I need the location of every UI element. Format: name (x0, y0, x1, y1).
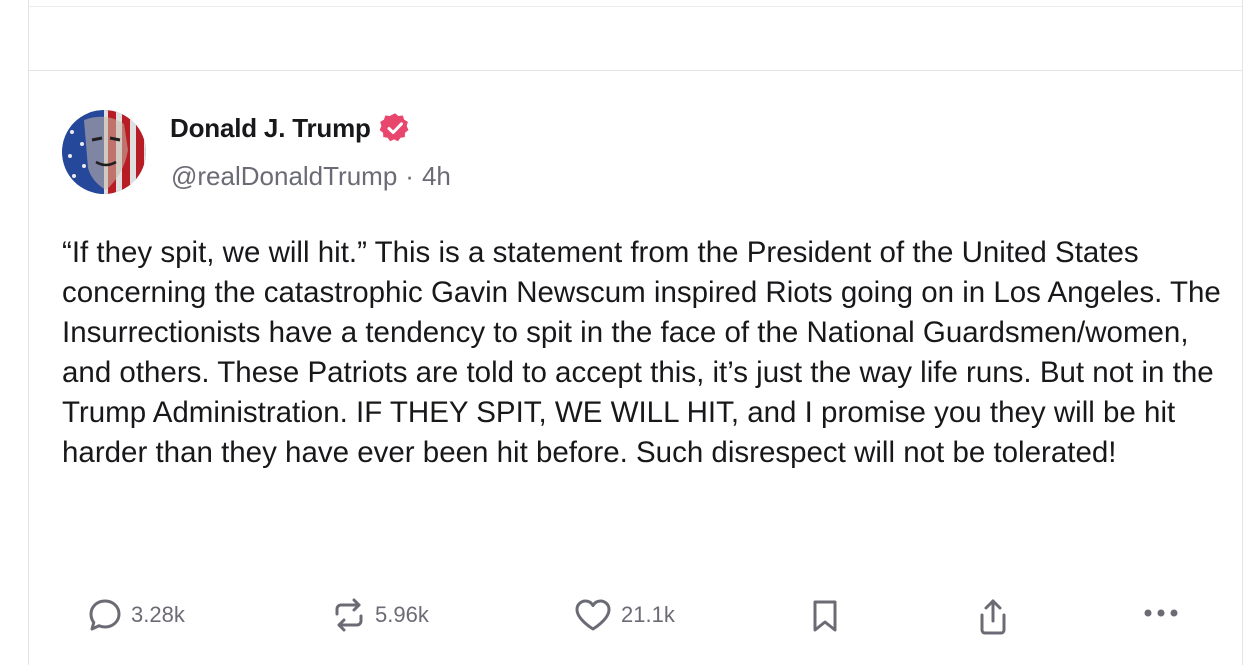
post-actions: 3.28k 5.96k 21.1k (29, 591, 1242, 641)
divider (29, 6, 1242, 7)
bookmark-icon (809, 597, 841, 635)
post-body: “If they spit, we will hit.” This is a s… (62, 236, 1221, 469)
reply-count: 3.28k (131, 602, 185, 627)
author-row: Donald J. Trump (170, 112, 411, 144)
repost-arrows-icon (331, 597, 367, 633)
separator: · (405, 161, 414, 191)
speech-bubble-icon (87, 597, 123, 633)
repost-button[interactable]: 5.96k (331, 597, 429, 633)
author-name[interactable]: Donald J. Trump (170, 113, 371, 144)
share-button[interactable] (974, 597, 1012, 637)
heart-icon (573, 597, 613, 633)
ellipsis-icon (1141, 603, 1181, 623)
handle-row: @realDonaldTrump · 4h (171, 161, 451, 192)
feed-page: Donald J. Trump @realDonaldTrump · 4h “I… (0, 0, 1260, 665)
bookmark-button[interactable] (809, 597, 841, 635)
share-upload-icon (974, 597, 1012, 637)
post-timestamp[interactable]: 4h (422, 161, 451, 192)
previous-post-card (28, 0, 1243, 71)
author-handle[interactable]: @realDonaldTrump (171, 161, 397, 192)
verified-badge-icon (379, 112, 411, 144)
repost-count: 5.96k (375, 602, 429, 627)
like-count: 21.1k (621, 602, 675, 627)
reply-button[interactable]: 3.28k (87, 597, 185, 633)
like-button[interactable]: 21.1k (573, 597, 675, 633)
more-options-button[interactable] (1141, 603, 1181, 623)
post-card[interactable]: Donald J. Trump @realDonaldTrump · 4h “I… (28, 71, 1243, 665)
avatar[interactable] (62, 110, 146, 194)
